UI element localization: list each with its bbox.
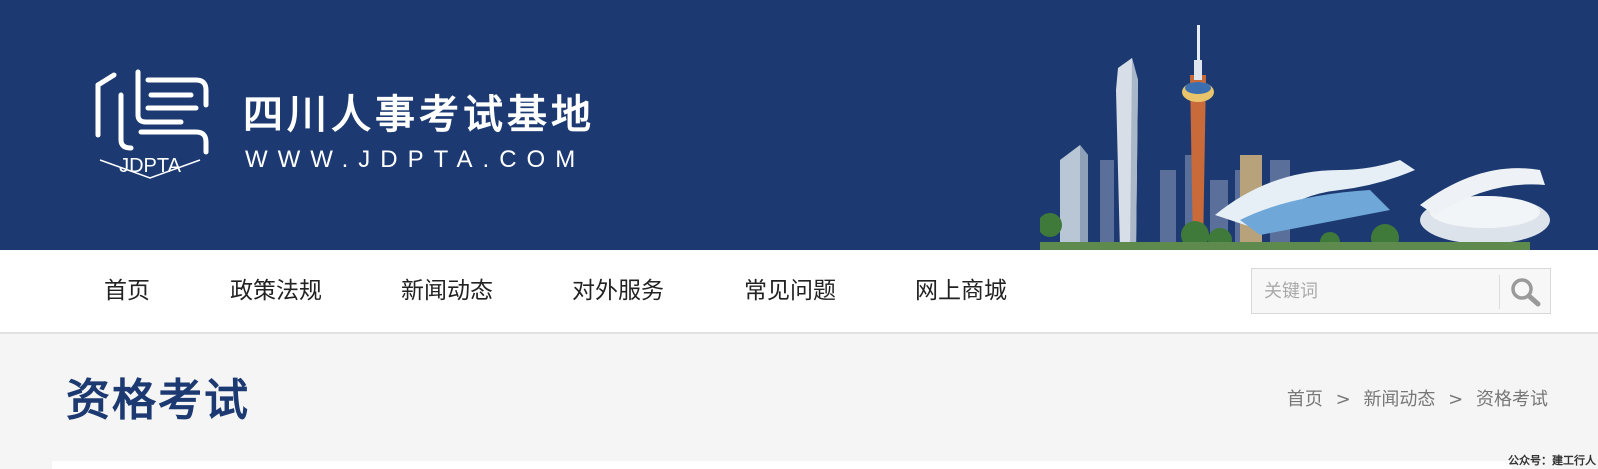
site-logo[interactable]: JDPTA	[86, 60, 216, 185]
search-icon	[1511, 278, 1541, 307]
nav-item-home[interactable]: 首页	[104, 276, 150, 306]
nav-item-shop[interactable]: 网上商城	[915, 276, 1007, 306]
nav-item-faq[interactable]: 常见问题	[744, 276, 836, 306]
nav-item-news[interactable]: 新闻动态	[401, 276, 493, 306]
breadcrumb-separator: >	[1448, 389, 1464, 410]
header-banner: JDPTA 四川人事考试基地 WWW.JDPTA.COM	[0, 0, 1598, 250]
city-skyline-image	[1040, 25, 1550, 250]
site-url: WWW.JDPTA.COM	[245, 146, 586, 173]
search-button[interactable]	[1500, 269, 1550, 313]
logo-text: JDPTA	[119, 155, 182, 177]
search-box	[1251, 268, 1551, 314]
breadcrumb-current: 资格考试	[1476, 389, 1548, 410]
breadcrumb-news[interactable]: 新闻动态	[1363, 389, 1435, 410]
content-panel-edge	[52, 461, 1512, 469]
page-title: 资格考试	[66, 375, 250, 426]
nav-item-policies[interactable]: 政策法规	[230, 276, 322, 306]
breadcrumb-home[interactable]: 首页	[1287, 389, 1323, 410]
search-input[interactable]	[1252, 269, 1498, 313]
site-title: 四川人事考试基地	[243, 92, 595, 138]
nav-item-services[interactable]: 对外服务	[572, 276, 664, 306]
breadcrumb: 首页 > 新闻动态 > 资格考试	[1287, 387, 1548, 413]
breadcrumb-separator: >	[1335, 389, 1351, 410]
